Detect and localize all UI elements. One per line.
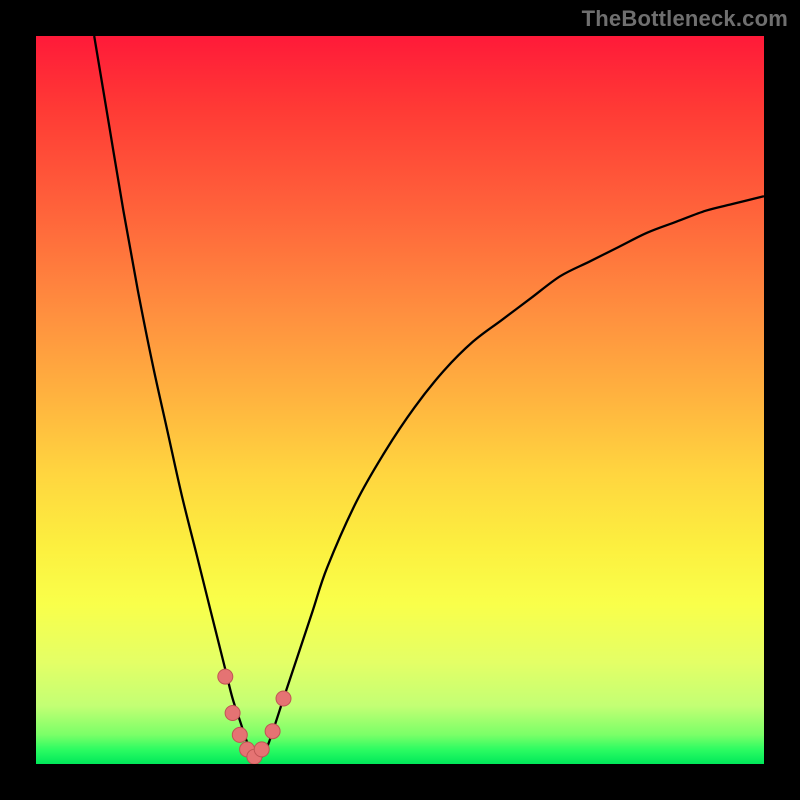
trough-marker bbox=[276, 691, 291, 706]
trough-markers bbox=[218, 669, 291, 764]
watermark-text: TheBottleneck.com bbox=[582, 6, 788, 32]
trough-marker bbox=[265, 724, 280, 739]
chart-frame: TheBottleneck.com bbox=[0, 0, 800, 800]
trough-marker bbox=[254, 742, 269, 757]
plot-area bbox=[36, 36, 764, 764]
trough-marker bbox=[218, 669, 233, 684]
chart-svg bbox=[36, 36, 764, 764]
bottleneck-curve bbox=[94, 36, 764, 759]
trough-marker bbox=[232, 727, 247, 742]
trough-marker bbox=[225, 706, 240, 721]
